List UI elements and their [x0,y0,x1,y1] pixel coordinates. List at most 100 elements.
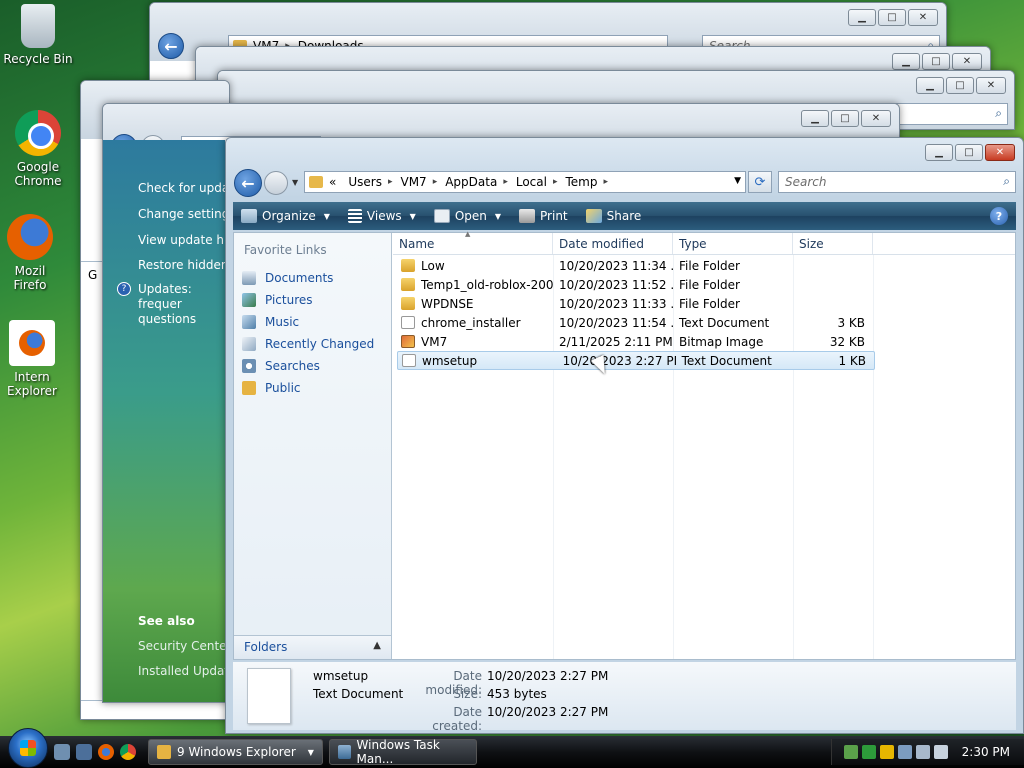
file-row[interactable]: VM7 2/11/2025 2:11 PM Bitmap Image 32 KB [393,332,1015,351]
security-shield-icon[interactable] [879,745,894,759]
chevron-right-icon[interactable]: ▸ [503,177,508,187]
text-file-icon [401,316,415,329]
file-row[interactable]: Low 10/20/2023 11:34 ... File Folder [393,256,1015,275]
firefox-shortcut[interactable]: Mozil Firefo [0,214,68,292]
open-icon [433,209,450,223]
address-dropdown-icon[interactable]: ▼ [734,176,741,186]
tray-app-icon[interactable] [843,745,858,759]
security-center-link[interactable]: Security Center [138,639,231,653]
recycle-bin-icon[interactable]: Recycle Bin [0,4,76,66]
firefox-icon[interactable] [98,744,114,760]
back-button[interactable]: ← [234,169,262,197]
start-button[interactable] [8,728,48,768]
minimize-button[interactable]: ▁ [925,144,953,161]
close-button[interactable]: ✕ [952,53,982,70]
see-also-heading: See also [138,614,195,628]
taskbar-task-manager[interactable]: Windows Task Man... [328,738,477,766]
column-name[interactable]: Name ▲ [393,230,553,254]
organize-icon [241,209,257,223]
nav-searches[interactable]: Searches [234,355,391,377]
google-chrome-shortcut[interactable]: Google Chrome [0,110,76,188]
help-icon[interactable]: ? [990,207,1008,225]
organize-button[interactable]: Organize ▼ [233,202,340,230]
maximize-button[interactable]: □ [922,53,950,70]
change-settings-link[interactable]: Change settings [138,207,236,221]
nav-recently-changed[interactable]: Recently Changed [234,333,391,355]
open-button[interactable]: Open ▼ [426,202,511,230]
taskbar-windows-explorer-group[interactable]: 9 Windows Explorer ▼ [148,739,323,765]
nav-label: Documents [265,271,334,285]
share-icon [585,209,602,223]
maximize-button[interactable]: □ [946,77,974,94]
nav-public[interactable]: Public [234,377,391,399]
show-desktop-icon[interactable] [54,744,70,760]
tray-app-icon[interactable] [861,745,876,759]
minimize-button[interactable]: ▁ [892,53,920,70]
nav-label: Searches [265,359,320,373]
search-icon[interactable]: ⌕ [995,106,1002,121]
share-button[interactable]: Share [578,202,652,230]
column-size[interactable]: Size [793,233,873,254]
breadcrumb-appdata[interactable]: AppData [445,175,497,189]
installed-updates-link[interactable]: Installed Update [138,664,236,678]
print-button[interactable]: Print [511,202,578,230]
recent-pages-dropdown[interactable]: ▼ [292,178,298,187]
chevron-right-icon[interactable]: ▸ [388,177,393,187]
views-button[interactable]: Views ▼ [340,202,426,230]
temp-explorer-window[interactable]: ▁ □ ✕ ← ▼ « Users ▸ VM7 ▸ AppData ▸ Loca… [225,137,1024,734]
column-type[interactable]: Type [673,233,793,254]
nav-pictures[interactable]: Pictures [234,289,391,311]
back-button[interactable]: ← [158,33,184,59]
nav-documents[interactable]: Documents [234,267,391,289]
file-row[interactable]: chrome_installer 10/20/2023 11:54 ... Text… [393,313,1015,332]
chevron-right-icon[interactable]: ▸ [553,177,558,187]
chrome-icon[interactable] [120,744,136,760]
column-headers: Name ▲ Date modified Type Size [393,230,1015,255]
close-button[interactable]: ✕ [976,77,1006,94]
close-button[interactable]: ✕ [985,144,1015,161]
minimize-button[interactable]: ▁ [916,77,944,94]
breadcrumb-temp[interactable]: Temp [566,175,598,189]
column-date-modified[interactable]: Date modified [553,233,673,254]
nav-music[interactable]: Music [234,311,391,333]
tray-app-icon[interactable] [897,745,912,759]
update-faq-link[interactable]: Updates: frequer questions [138,282,228,327]
internet-explorer-shortcut[interactable]: Intern Explorer [0,320,70,398]
maximize-button[interactable]: □ [831,110,859,127]
folders-toggle[interactable]: Folders ▲ [234,635,391,659]
network-icon[interactable] [915,745,930,759]
forward-button[interactable] [264,171,288,195]
close-button[interactable]: ✕ [908,9,938,26]
volume-muted-icon[interactable] [933,745,948,759]
breadcrumb-overflow[interactable]: « [329,175,336,189]
file-row[interactable]: wmsetup 10/20/2023 2:27 PM Text Document 1 … [397,351,875,370]
check-for-updates-link[interactable]: Check for updat [138,181,234,195]
file-row[interactable]: WPDNSE 10/20/2023 11:33 ... File Folder [393,294,1015,313]
search-icon[interactable]: ⌕ [1003,174,1010,189]
minimize-button[interactable]: ▁ [848,9,876,26]
address-bar[interactable]: « Users ▸ VM7 ▸ AppData ▸ Local ▸ Temp ▸… [304,171,746,193]
chevron-right-icon[interactable]: ▸ [603,177,608,187]
windows-logo-icon [20,740,36,756]
details-file-name: wmsetup [313,669,369,683]
file-row[interactable]: Temp1_old-roblox-200... 10/20/2023 11:52 … [393,275,1015,294]
view-update-history-link[interactable]: View update hist [138,233,238,247]
chevron-right-icon[interactable]: ▸ [433,177,438,187]
firefox-icon [7,214,53,260]
maximize-button[interactable]: □ [878,9,906,26]
switch-windows-icon[interactable] [76,744,92,760]
minimize-button[interactable]: ▁ [801,110,829,127]
maximize-button[interactable]: □ [955,144,983,161]
breadcrumb-local[interactable]: Local [516,175,547,189]
system-tray: 2:30 PM [830,739,1024,765]
refresh-button[interactable]: ⟳ [748,171,772,193]
breadcrumb-users[interactable]: Users [348,175,382,189]
clock[interactable]: 2:30 PM [962,745,1010,759]
chevron-down-icon: ▼ [494,211,502,221]
search-input[interactable]: Search ⌕ [778,171,1016,193]
windows-update-sidebar: Check for updat Change settings View upd… [103,140,240,702]
folder-icon [309,176,323,188]
internet-explorer-label: Intern Explorer [7,370,57,398]
breadcrumb-vm7[interactable]: VM7 [400,175,426,189]
close-button[interactable]: ✕ [861,110,891,127]
